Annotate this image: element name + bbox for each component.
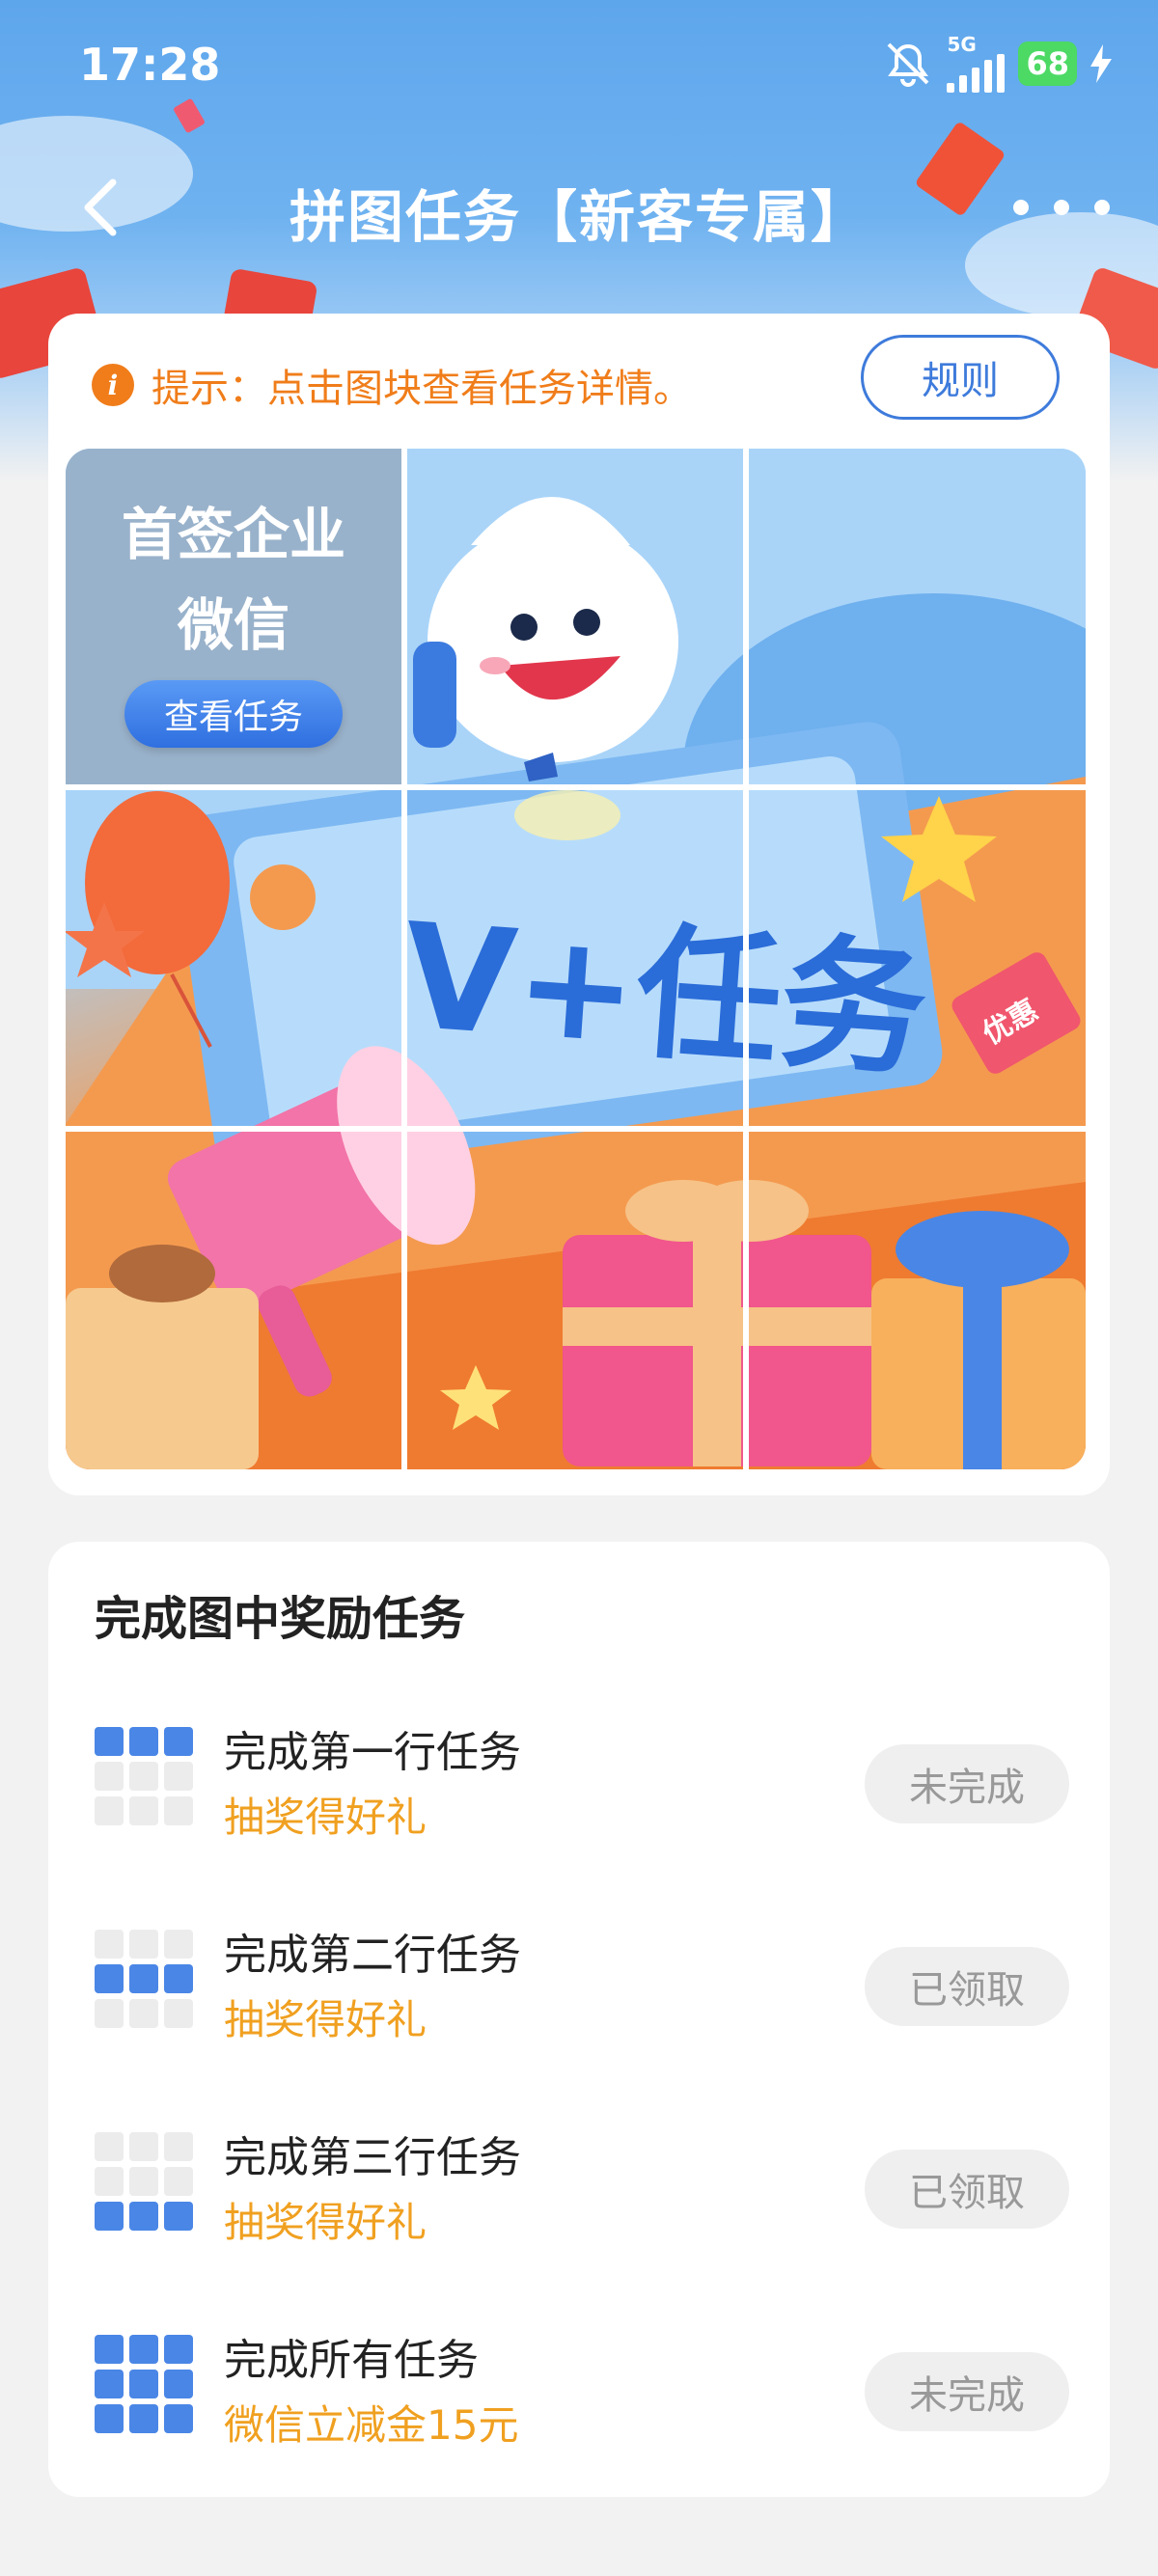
nav-bar: 拼图任务【新客专属】 — [0, 164, 1158, 251]
reward-section-title: 完成图中奖励任务 — [95, 1592, 466, 1646]
puzzle-tile-1-1-locked[interactable]: 首签企业微信 查看任务 — [66, 449, 401, 784]
page-title: 拼图任务【新客专属】 — [289, 184, 868, 250]
reward-status-button[interactable]: 未完成 — [865, 2352, 1069, 2431]
more-dot-icon — [1094, 200, 1110, 215]
puzzle-row-indicator-icon — [95, 2132, 193, 2231]
puzzle-tile-3-1[interactable] — [66, 1132, 401, 1467]
network-type: 5G — [947, 33, 977, 56]
reward-row-title: 完成第二行任务 — [224, 1931, 521, 1980]
puzzle-tile-3-2[interactable] — [407, 1132, 743, 1467]
reward-row-title: 完成第三行任务 — [224, 2133, 521, 2182]
charging-bolt-icon — [1090, 44, 1112, 83]
reward-row: 完成所有任务 微信立减金15元 未完成 — [95, 2314, 1069, 2449]
tip-text: 提示：点击图块查看任务详情。 — [152, 367, 692, 411]
puzzle-tile-2-3[interactable] — [749, 790, 1085, 1126]
puzzle-grid: V+任务 优惠 首签企业微信 查看任务 — [66, 449, 1086, 1469]
puzzle-tile-2-2[interactable] — [407, 790, 743, 1126]
reward-row-prize: 微信立减金15元 — [224, 2401, 519, 2449]
signal-indicator: 5G — [947, 33, 1006, 93]
reward-row: 完成第三行任务 抽奖得好礼 已领取 — [95, 2111, 1069, 2246]
reward-row-title: 完成第一行任务 — [224, 1728, 521, 1777]
tip-row: i 提示：点击图块查看任务详情。 — [92, 357, 692, 413]
puzzle-row-indicator-icon — [95, 2335, 193, 2433]
status-icons: 5G 68 — [883, 35, 1112, 93]
reward-status-button[interactable]: 已领取 — [865, 2150, 1069, 2229]
puzzle-tile-1-2[interactable] — [407, 449, 743, 784]
status-time: 17:28 — [79, 39, 221, 91]
reward-row: 完成第二行任务 抽奖得好礼 已领取 — [95, 1908, 1069, 2043]
reward-row-prize: 抽奖得好礼 — [224, 1996, 427, 2043]
reward-card: 完成图中奖励任务 完成第一行任务 抽奖得好礼 未完成 完成第二行任务 抽奖得好礼 已领取完… — [48, 1542, 1110, 2497]
reward-row-prize: 抽奖得好礼 — [224, 2199, 427, 2246]
reward-status-button[interactable]: 未完成 — [865, 1744, 1069, 1823]
puzzle-tile-3-3[interactable] — [749, 1132, 1085, 1467]
battery-level: 68 — [1018, 41, 1077, 86]
reward-row-title: 完成所有任务 — [224, 2336, 479, 2385]
info-icon: i — [92, 364, 134, 406]
status-bar: 17:28 5G 68 — [0, 0, 1158, 135]
locked-tile-title: 首签企业微信 — [121, 502, 345, 658]
puzzle-card: i 提示：点击图块查看任务详情。 规则 V+任务 优惠 首签企业微信 查看任务 — [48, 314, 1110, 1495]
more-dot-icon — [1054, 200, 1069, 215]
signal-bars-icon — [947, 54, 1006, 93]
more-options-button[interactable] — [1013, 183, 1110, 232]
puzzle-row-indicator-icon — [95, 1930, 193, 2028]
reward-row-prize: 抽奖得好礼 — [224, 1794, 427, 1841]
reward-row: 完成第一行任务 抽奖得好礼 未完成 — [95, 1706, 1069, 1841]
view-task-button[interactable]: 查看任务 — [124, 680, 343, 748]
more-dot-icon — [1013, 200, 1029, 215]
puzzle-tile-2-1[interactable] — [66, 790, 401, 1126]
rules-button[interactable]: 规则 — [861, 335, 1060, 420]
reward-status-button[interactable]: 已领取 — [865, 1947, 1069, 2026]
puzzle-row-indicator-icon — [95, 1727, 193, 1825]
puzzle-tile-1-3[interactable] — [749, 449, 1085, 784]
bell-muted-icon — [888, 42, 929, 87]
